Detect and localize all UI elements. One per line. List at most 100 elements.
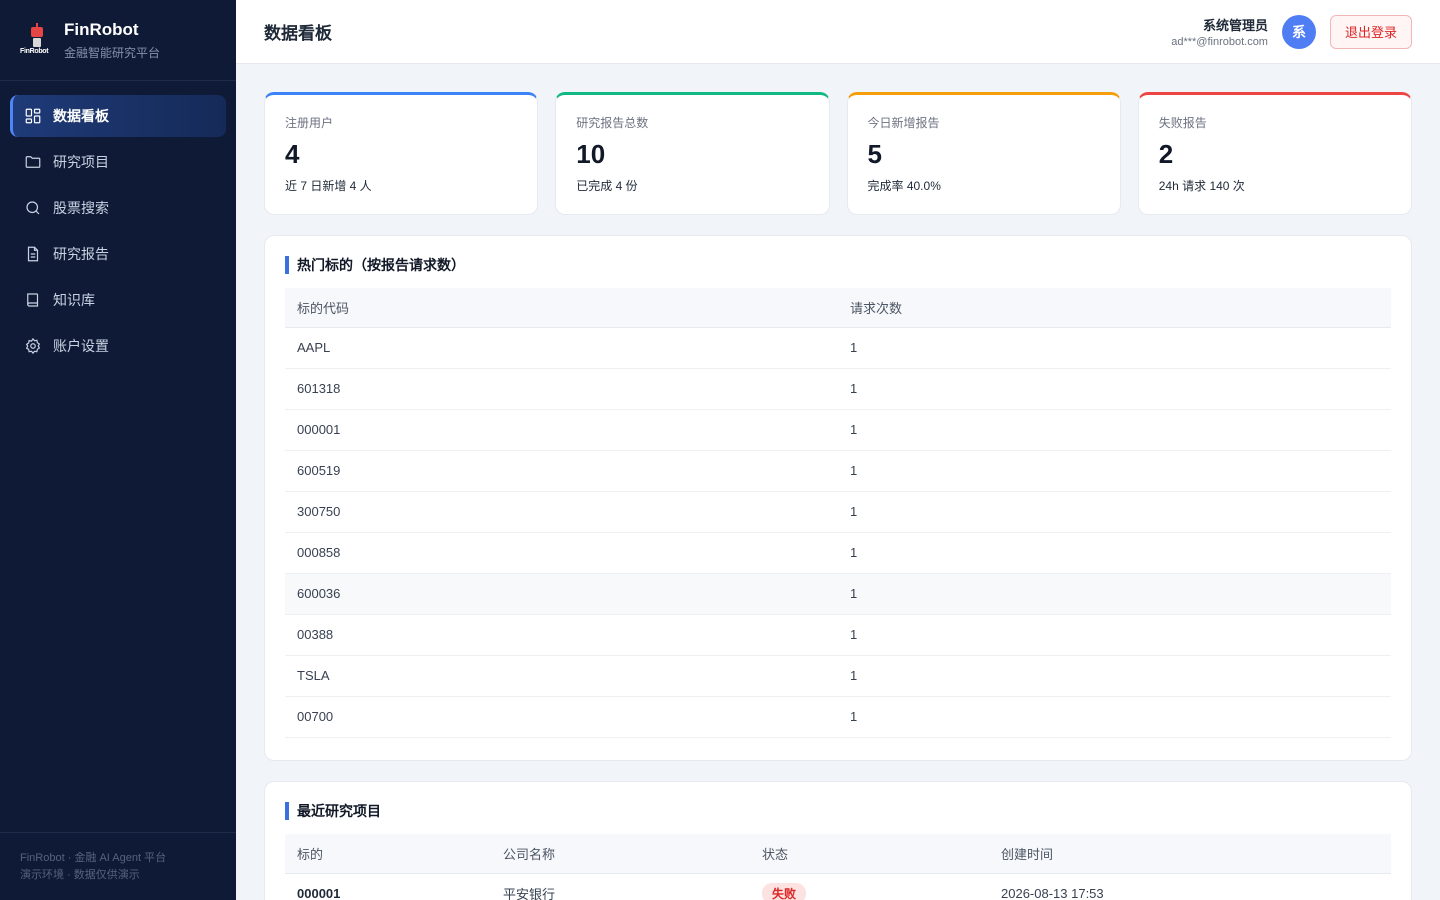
stat-label: 今日新增报告 (867, 116, 940, 130)
column-header[interactable]: 公司名称 (491, 834, 750, 874)
table-row[interactable]: TSLA 1 (285, 655, 1391, 697)
request-count: 1 (838, 655, 1391, 697)
gear-icon (25, 337, 41, 355)
ticker-code: 601318 (285, 368, 838, 410)
request-count: 1 (838, 573, 1391, 615)
logo-text: FinRobot (20, 48, 49, 55)
table-row[interactable]: 600519 1 (285, 450, 1391, 492)
column-header[interactable]: 标的 (285, 834, 491, 874)
sidebar-item-label: 研究项目 (53, 154, 109, 170)
table-row[interactable]: 00388 1 (285, 614, 1391, 656)
brand[interactable]: FinRobot FinRobot 金融智能研究平台 (0, 0, 236, 81)
stat-value: 5 (867, 139, 882, 169)
table-row[interactable]: 600036 1 (285, 573, 1391, 615)
sidebar-item-stock-search[interactable]: 股票搜索 (10, 187, 226, 229)
project-ticker: 000001 (285, 873, 491, 900)
stat-value: 4 (285, 139, 300, 169)
avatar[interactable]: 系 (1281, 14, 1316, 49)
stat-sub: 完成率 40.0% (867, 179, 941, 193)
recent-projects-panel: 最近研究项目 标的 公司名称 状态 创建时间 000001 平安银行 失败 20… (264, 781, 1412, 900)
user-name: 系统管理员 (1202, 18, 1268, 33)
ticker-code: 000858 (285, 532, 838, 574)
stat-sub: 近 7 日新增 4 人 (285, 179, 372, 193)
sidebar-item-dashboard[interactable]: 数据看板 (10, 95, 226, 137)
company-name: 平安银行 (491, 873, 750, 900)
sidebar-item-reports[interactable]: 研究报告 (10, 233, 226, 275)
table-header-row: 标的 公司名称 状态 创建时间 (285, 834, 1391, 874)
request-count: 1 (838, 696, 1391, 738)
sidebar-footer: FinRobot · 金融 AI Agent 平台 演示环境 · 数据仅供演示 (0, 832, 236, 900)
sidebar-nav: 数据看板 研究项目 股票搜索 研究报告 知识库 账户设置 (0, 81, 236, 367)
table-row[interactable]: 00700 1 (285, 696, 1391, 738)
created-time: 2026-08-13 17:53 (989, 873, 1391, 900)
sidebar-item-projects[interactable]: 研究项目 (10, 141, 226, 183)
column-header[interactable]: 请求次数 (838, 288, 1391, 328)
table-row[interactable]: 000001 1 (285, 409, 1391, 451)
sidebar-item-settings[interactable]: 账户设置 (10, 325, 226, 367)
ticker-code: 000001 (285, 409, 838, 451)
table-row[interactable]: 601318 1 (285, 368, 1391, 410)
sidebar-item-label: 知识库 (53, 292, 95, 308)
user-email: ad***@finrobot.com (1171, 36, 1268, 48)
status-cell: 失败 (750, 873, 989, 900)
panel-title: 热门标的（按报告请求数） (285, 256, 1391, 274)
request-count: 1 (838, 532, 1391, 574)
request-count: 1 (838, 614, 1391, 656)
table-row[interactable]: 000858 1 (285, 532, 1391, 574)
table-row[interactable]: 300750 1 (285, 491, 1391, 533)
ticker-code: 600519 (285, 450, 838, 492)
ticker-code: 600036 (285, 573, 838, 615)
request-count: 1 (838, 327, 1391, 369)
panel-title: 最近研究项目 (285, 802, 1391, 820)
search-icon (26, 201, 40, 215)
book-icon (27, 293, 39, 307)
hot-tickers-panel: 热门标的（按报告请求数） 标的代码 请求次数 AAPL 1 601318 1 000… (264, 235, 1412, 761)
table-header-row: 标的代码 请求次数 (285, 288, 1391, 328)
folder-icon (25, 156, 41, 168)
footer-line-2: 演示环境 · 数据仅供演示 (20, 869, 140, 881)
footer-line-1: FinRobot · 金融 AI Agent 平台 (20, 852, 167, 864)
column-header[interactable]: 创建时间 (989, 834, 1391, 874)
request-count: 1 (838, 368, 1391, 410)
stat-sub: 24h 请求 140 次 (1158, 179, 1245, 193)
stat-card-total-reports: 研究报告总数 10 已完成 4 份 (555, 92, 830, 215)
ticker-code: 00388 (285, 614, 838, 656)
ticker-code: 300750 (285, 491, 838, 533)
logout-button[interactable]: 退出登录 (1329, 14, 1412, 49)
sidebar-item-label: 股票搜索 (53, 200, 109, 216)
dashboard-icon (25, 108, 41, 124)
stat-value: 2 (1158, 139, 1174, 169)
ticker-code: 00700 (285, 696, 838, 738)
top-header: 数据看板 系统管理员 ad***@finrobot.com 系 退出登录 (236, 0, 1440, 64)
user-info: 系统管理员 ad***@finrobot.com (1171, 15, 1268, 48)
stat-label: 研究报告总数 (576, 116, 649, 130)
sidebar-item-knowledge[interactable]: 知识库 (10, 279, 226, 321)
hot-tickers-table: 标的代码 请求次数 AAPL 1 601318 1 000001 1 600519 1 … (285, 288, 1391, 738)
table-row[interactable]: 000001 平安银行 失败 2026-08-13 17:53 (285, 873, 1391, 900)
page-title: 数据看板 (264, 24, 332, 43)
ticker-code: AAPL (285, 327, 838, 369)
stat-label: 失败报告 (1158, 116, 1207, 130)
sidebar-item-label: 账户设置 (53, 338, 109, 354)
stat-card-users: 注册用户 4 近 7 日新增 4 人 (264, 92, 539, 215)
request-count: 1 (838, 491, 1391, 533)
stat-value: 10 (576, 139, 606, 169)
brand-name: FinRobot (64, 19, 139, 39)
sidebar-item-label: 数据看板 (53, 108, 109, 124)
stat-card-today-reports: 今日新增报告 5 完成率 40.0% (846, 92, 1121, 215)
request-count: 1 (838, 450, 1391, 492)
stat-card-failed-reports: 失败报告 2 24h 请求 140 次 (1137, 92, 1412, 215)
status-badge: 失败 (762, 883, 807, 900)
file-icon (27, 246, 39, 262)
sidebar: FinRobot FinRobot 金融智能研究平台 数据看板 研究项目 股票搜… (0, 0, 236, 900)
request-count: 1 (838, 409, 1391, 451)
brand-subtitle: 金融智能研究平台 (64, 45, 161, 60)
ticker-code: TSLA (285, 655, 838, 697)
column-header[interactable]: 状态 (750, 834, 989, 874)
table-row[interactable]: AAPL 1 (285, 327, 1391, 369)
column-header[interactable]: 标的代码 (285, 288, 838, 328)
recent-projects-table: 标的 公司名称 状态 创建时间 000001 平安银行 失败 2026-08-1… (285, 834, 1391, 900)
finrobot-logo: FinRobot (20, 23, 52, 57)
stat-cards: 注册用户 4 近 7 日新增 4 人 研究报告总数 10 已完成 4 份 今日新… (264, 92, 1412, 215)
stat-label: 注册用户 (285, 116, 334, 130)
